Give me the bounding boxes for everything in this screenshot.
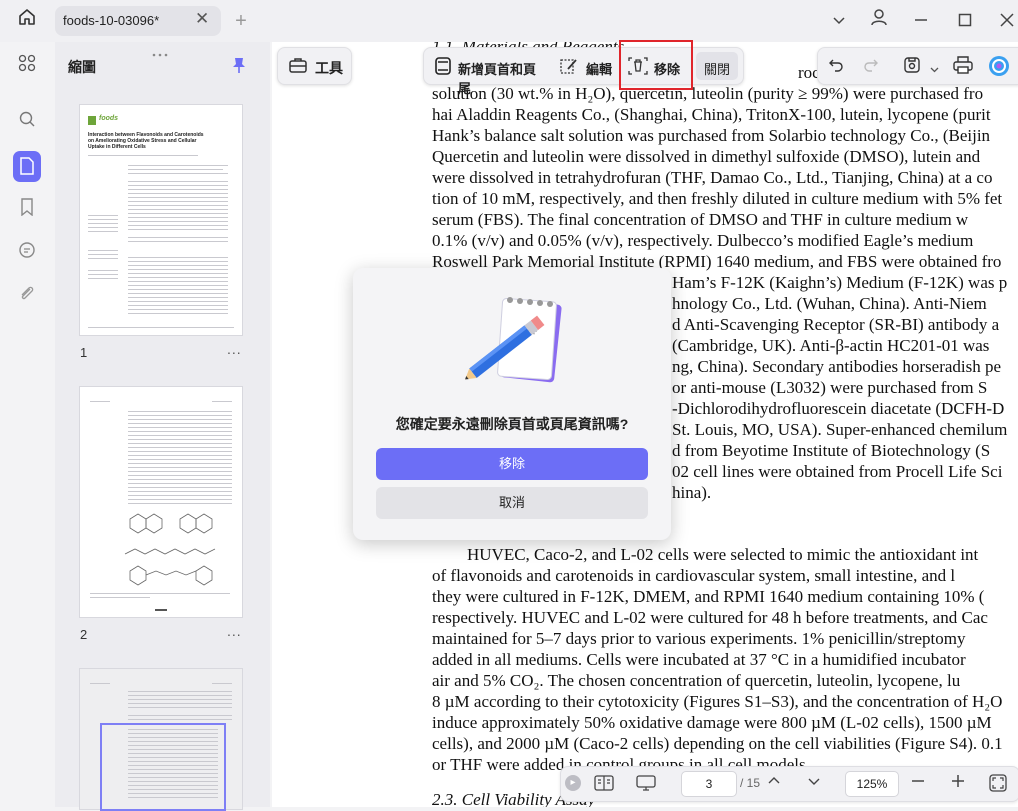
tools-button[interactable]: 工具: [277, 47, 352, 85]
more-options-icon[interactable]: ...: [227, 341, 242, 357]
total-pages: / 15: [740, 776, 761, 790]
doc-line: hnology Co., Ltd. (Wuhan, China). Anti-N…: [672, 294, 987, 313]
chevron-down-icon[interactable]: [825, 7, 853, 35]
doc-line: induce approximately 50% oxidative damag…: [432, 713, 992, 732]
notepad-pencil-icon: UPDF: [456, 294, 566, 392]
fit-page-icon[interactable]: [987, 774, 1009, 796]
doc-line: tion of 10 mM, respectively, and then fr…: [432, 189, 1003, 208]
page-thumbnail-2[interactable]: [80, 387, 242, 617]
zoom-out-icon[interactable]: [907, 774, 929, 792]
page-thumbnail-1[interactable]: foods Interaction between Flavonoids and…: [80, 105, 242, 335]
doc-line: hina).: [672, 483, 712, 502]
cancel-button[interactable]: 取消: [376, 487, 648, 519]
search-icon[interactable]: [13, 108, 41, 136]
right-toolbar: [817, 47, 1018, 85]
doc-line: or anti-mouse (L3032) were purchased fro…: [672, 378, 988, 397]
doc-line: (Cambridge, UK). Anti-β-actin HC201-01 w…: [672, 336, 990, 355]
doc-line: they were cultured in F-12K, DMEM, and R…: [432, 587, 985, 606]
tab-title: foods-10-03096*: [63, 13, 160, 28]
page-number-input[interactable]: 3: [681, 771, 737, 797]
doc-line: added in all mediums. Cells were incubat…: [432, 650, 966, 669]
doc-line: respectively. HUVEC and L-02 were cultur…: [432, 608, 988, 627]
page-number-2: 2: [80, 627, 88, 642]
journal-name: foods: [99, 115, 119, 122]
close-tab-icon[interactable]: ✕: [195, 9, 209, 29]
edit-label: 編輯: [586, 62, 613, 77]
next-page-icon[interactable]: [803, 774, 825, 792]
home-icon[interactable]: [13, 7, 41, 35]
drag-handle[interactable]: [151, 44, 169, 57]
toolbox-icon: [288, 56, 308, 79]
doc-line: d from Beyotime Institute of Biotechnolo…: [672, 441, 991, 460]
page-number-1: 1: [80, 345, 88, 360]
previous-page-icon[interactable]: [763, 774, 785, 792]
doc-line: Quercetin and luteolin were dissolved in…: [432, 147, 981, 166]
doc-line: were dissolved in tetrahydrofuran (THF, …: [432, 168, 993, 187]
ai-assistant-icon[interactable]: [988, 55, 1010, 82]
chemical-structures-figure: [124, 513, 216, 586]
save-icon[interactable]: [903, 56, 921, 79]
doc-line: maintained for 5–7 days prior to various…: [432, 629, 966, 648]
more-options-icon[interactable]: ...: [227, 623, 242, 639]
doc-line: of flavonoids and carotenoids in cardiov…: [432, 566, 956, 585]
undo-icon[interactable]: [828, 57, 844, 78]
document-tab[interactable]: foods-10-03096* ✕: [55, 6, 221, 36]
header-footer-icon: [434, 57, 452, 80]
apps-grid-icon[interactable]: [13, 52, 41, 80]
bookmark-icon[interactable]: [13, 196, 41, 224]
doc-line: d Anti-Scavenging Receptor (SR-BI) antib…: [672, 315, 1000, 334]
collapse-arrow-icon[interactable]: ▸: [565, 775, 581, 791]
add-header-footer-button[interactable]: 新增頁首和頁尾: [428, 52, 548, 96]
journal-logo: [88, 116, 96, 125]
zoom-in-icon[interactable]: [947, 774, 969, 792]
reading-mode-icon[interactable]: [593, 774, 615, 796]
doc-line: ng, China). Secondary antibodies horsera…: [672, 357, 1002, 376]
tools-label: 工具: [315, 60, 343, 76]
highlight-box: [619, 40, 693, 90]
doc-line: Ham’s F-12K (Kaighn’s) Medium (F-12K) wa…: [672, 273, 1008, 292]
doc-line: hai Aladdin Reagents Co., (Shanghai, Chi…: [432, 105, 991, 124]
header-footer-toolbar: 新增頁首和頁尾 編輯 移除 關閉: [423, 47, 744, 96]
doc-line: 8 µM according to their cytotoxicity (Fi…: [432, 692, 1003, 711]
doc-line: air and 5% CO₂. The chosen concentration…: [432, 671, 961, 690]
thumbnail-panel: 縮圖 foods Interaction between Flavonoids …: [55, 42, 270, 811]
thumbnails-icon[interactable]: [13, 151, 41, 182]
page-thumbnail-3[interactable]: [80, 669, 242, 811]
close-label: 關閉: [704, 62, 731, 77]
doc-line: serum (FBS). The final concentration of …: [432, 210, 969, 229]
title-bar: foods-10-03096* ✕ +: [0, 0, 1018, 42]
maximize-icon[interactable]: [951, 7, 979, 35]
doc-line: St. Louis, MO, USA). Super-enhanced chem…: [672, 420, 1008, 439]
print-icon[interactable]: [953, 56, 973, 79]
edit-icon: [560, 57, 578, 80]
add-header-footer-label: 新增頁首和頁尾: [458, 62, 537, 96]
panel-title: 縮圖: [68, 59, 96, 75]
bottom-toolbar: ▸ 3 / 15 125%: [560, 766, 1018, 802]
comment-icon[interactable]: [13, 239, 41, 267]
zoom-level[interactable]: 125%: [845, 771, 899, 797]
dialog-message: 您確定要永遠刪除頁首或頁尾資訊嗎?: [395, 416, 629, 432]
doc-line: -Dichlorodihydrofluorescein diacetate (D…: [672, 399, 1005, 418]
minimize-icon[interactable]: [907, 7, 935, 35]
edit-button[interactable]: 編輯: [556, 52, 616, 80]
confirm-remove-button[interactable]: 移除: [376, 448, 648, 480]
left-rail: [0, 42, 54, 807]
redo-icon[interactable]: [863, 57, 879, 78]
doc-line: cells), and 2000 µM (Caco-2 cells) depen…: [432, 734, 1003, 753]
pin-icon[interactable]: [230, 56, 248, 79]
doc-line: 0.1% (v/v) and 0.05% (v/v), respectively…: [432, 231, 974, 250]
close-button[interactable]: 關閉: [696, 52, 738, 80]
confirm-dialog: UPDF 您確定要永遠刪除頁首或頁尾資訊嗎? 移除 取消: [353, 268, 671, 540]
save-dropdown-icon[interactable]: [930, 61, 939, 79]
doc-line: Hank’s balance salt solution was purchas…: [432, 126, 991, 145]
presentation-icon[interactable]: [635, 774, 657, 796]
close-window-icon[interactable]: [993, 7, 1018, 35]
paper-title: Interaction between Flavonoids and Carot…: [88, 132, 204, 150]
doc-line: HUVEC, Caco-2, and L-02 cells were selec…: [467, 545, 979, 564]
account-icon[interactable]: [865, 7, 893, 35]
new-tab-icon[interactable]: +: [227, 7, 255, 35]
attachment-icon[interactable]: [13, 283, 41, 311]
doc-line: 02 cell lines were obtained from Procell…: [672, 462, 1003, 481]
